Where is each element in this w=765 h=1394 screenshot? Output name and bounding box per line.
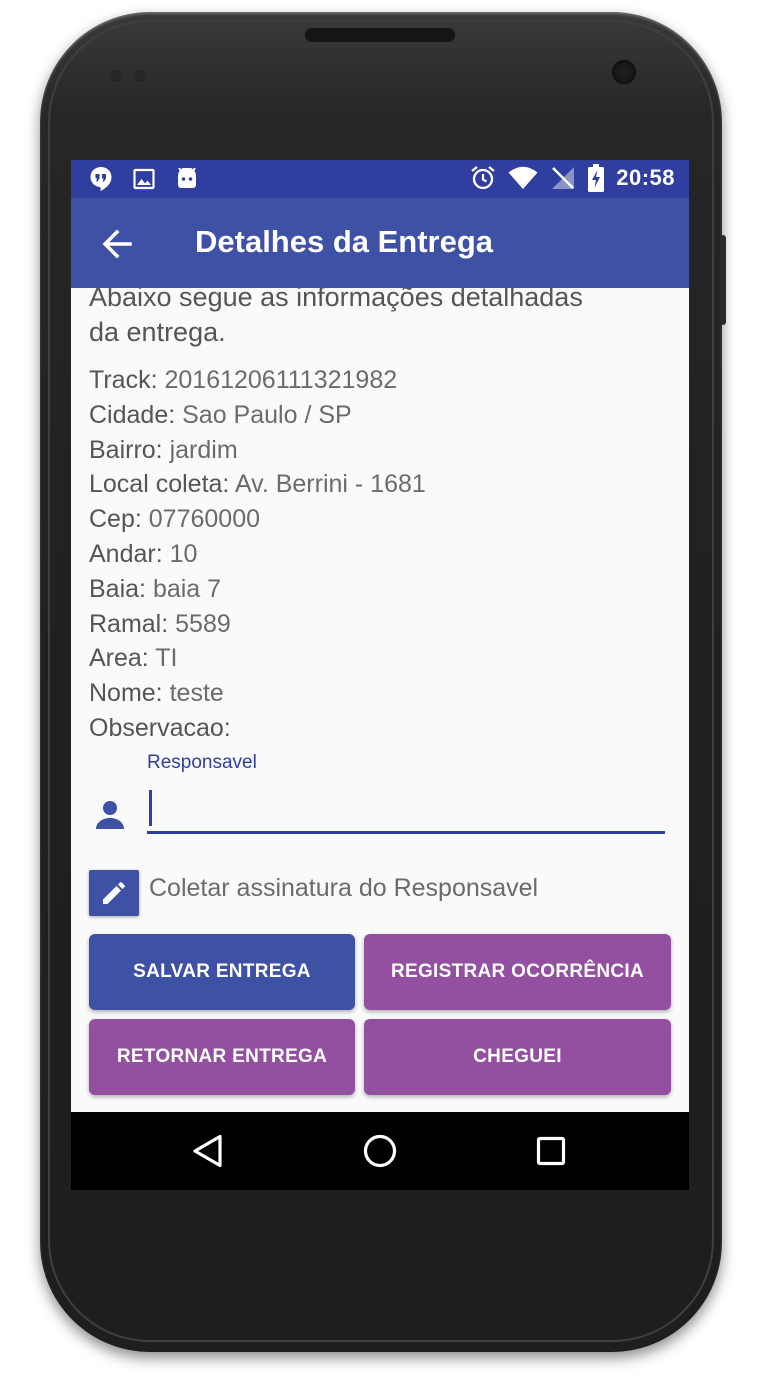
return-delivery-button[interactable]: RETORNAR ENTREGA bbox=[89, 1019, 355, 1095]
status-time: 20:58 bbox=[616, 165, 675, 190]
detail-value: TI bbox=[155, 644, 178, 673]
detail-label: Andar: bbox=[89, 539, 163, 568]
detail-value: jardim bbox=[169, 435, 238, 464]
detail-row-nome: Nome: teste bbox=[89, 676, 426, 711]
detail-row-ramal: Ramal: 5589 bbox=[89, 607, 426, 642]
detail-label: Cep: bbox=[89, 505, 142, 534]
arrow-back-icon[interactable] bbox=[101, 228, 133, 260]
responsavel-label: Responsavel bbox=[147, 752, 257, 773]
detail-row-cidade: Cidade: Sao Paulo / SP bbox=[89, 398, 426, 433]
detail-value: 5589 bbox=[175, 609, 231, 638]
pencil-icon bbox=[99, 878, 129, 908]
delivery-details-content[interactable]: Abaixo segue as informações detalhadas d… bbox=[71, 288, 689, 1112]
detail-label: Nome: bbox=[89, 679, 163, 708]
details-list: Track: 20161206111321982 Cidade: Sao Pau… bbox=[89, 363, 426, 746]
front-camera bbox=[612, 60, 636, 84]
app-bar: Detalhes da Entrega bbox=[71, 198, 689, 288]
page-title: Detalhes da Entrega bbox=[195, 224, 494, 259]
detail-row-local-coleta: Local coleta: Av. Berrini - 1681 bbox=[89, 467, 426, 502]
detail-label: Observacao: bbox=[89, 713, 231, 742]
detail-label: Baia: bbox=[89, 574, 146, 603]
detail-row-observacao: Observacao: bbox=[89, 711, 426, 746]
no-signal-icon bbox=[550, 166, 576, 190]
phone-screen: 20:58 Detalhes da Entrega Abaixo segue a… bbox=[71, 160, 689, 1190]
arrived-button[interactable]: CHEGUEI bbox=[364, 1019, 671, 1095]
person-icon bbox=[91, 796, 129, 834]
collect-signature-button[interactable] bbox=[89, 870, 139, 916]
detail-row-bairro: Bairro: jardim bbox=[89, 433, 426, 468]
detail-value: 10 bbox=[169, 539, 198, 568]
power-button[interactable] bbox=[720, 235, 726, 325]
detail-label: Local coleta: bbox=[89, 470, 230, 499]
back-triangle-icon[interactable] bbox=[187, 1130, 229, 1172]
phone-speaker bbox=[305, 28, 455, 42]
status-bar: 20:58 bbox=[71, 160, 689, 198]
detail-value: 20161206111321982 bbox=[164, 366, 398, 394]
detail-label: Ramal: bbox=[89, 609, 169, 638]
text-cursor bbox=[149, 790, 152, 826]
detail-row-cep: Cep: 07760000 bbox=[89, 502, 426, 537]
alarm-icon bbox=[470, 165, 496, 191]
home-circle-icon[interactable] bbox=[359, 1130, 401, 1172]
detail-label: Cidade: bbox=[89, 400, 176, 429]
responsavel-input[interactable] bbox=[147, 786, 665, 834]
image-icon bbox=[133, 166, 155, 192]
phone-sensor bbox=[134, 70, 146, 82]
hangouts-icon bbox=[89, 166, 113, 192]
detail-row-area: Area: TI bbox=[89, 641, 426, 676]
detail-label: Area: bbox=[89, 644, 149, 673]
intro-text-end: da entrega. bbox=[89, 317, 226, 347]
detail-value: 07760000 bbox=[148, 505, 260, 534]
detail-row-track: Track: 20161206111321982 bbox=[89, 363, 426, 398]
detail-value: Av. Berrini - 1681 bbox=[234, 470, 426, 499]
detail-label: Track: bbox=[89, 366, 158, 394]
detail-value: Sao Paulo / SP bbox=[182, 400, 352, 429]
detail-row-andar: Andar: 10 bbox=[89, 537, 426, 572]
detail-label: Bairro: bbox=[89, 435, 163, 464]
intro-text-partial: Abaixo segue as informações detalhadas bbox=[89, 288, 583, 312]
register-occurrence-button[interactable]: REGISTRAR OCORRÊNCIA bbox=[364, 934, 671, 1010]
detail-value: teste bbox=[169, 679, 224, 708]
detail-value: baia 7 bbox=[152, 574, 222, 603]
collect-signature-label[interactable]: Coletar assinatura do Responsavel bbox=[149, 874, 538, 903]
navigation-bar bbox=[71, 1112, 689, 1190]
intro-text: Abaixo segue as informações detalhadas d… bbox=[89, 288, 669, 350]
android-icon bbox=[175, 166, 199, 192]
phone-sensor bbox=[110, 70, 122, 82]
save-delivery-button[interactable]: SALVAR ENTREGA bbox=[89, 934, 355, 1010]
wifi-icon bbox=[508, 166, 538, 190]
recents-square-icon[interactable] bbox=[530, 1130, 572, 1172]
detail-row-baia: Baia: baia 7 bbox=[89, 572, 426, 607]
battery-charging-icon bbox=[588, 164, 605, 192]
